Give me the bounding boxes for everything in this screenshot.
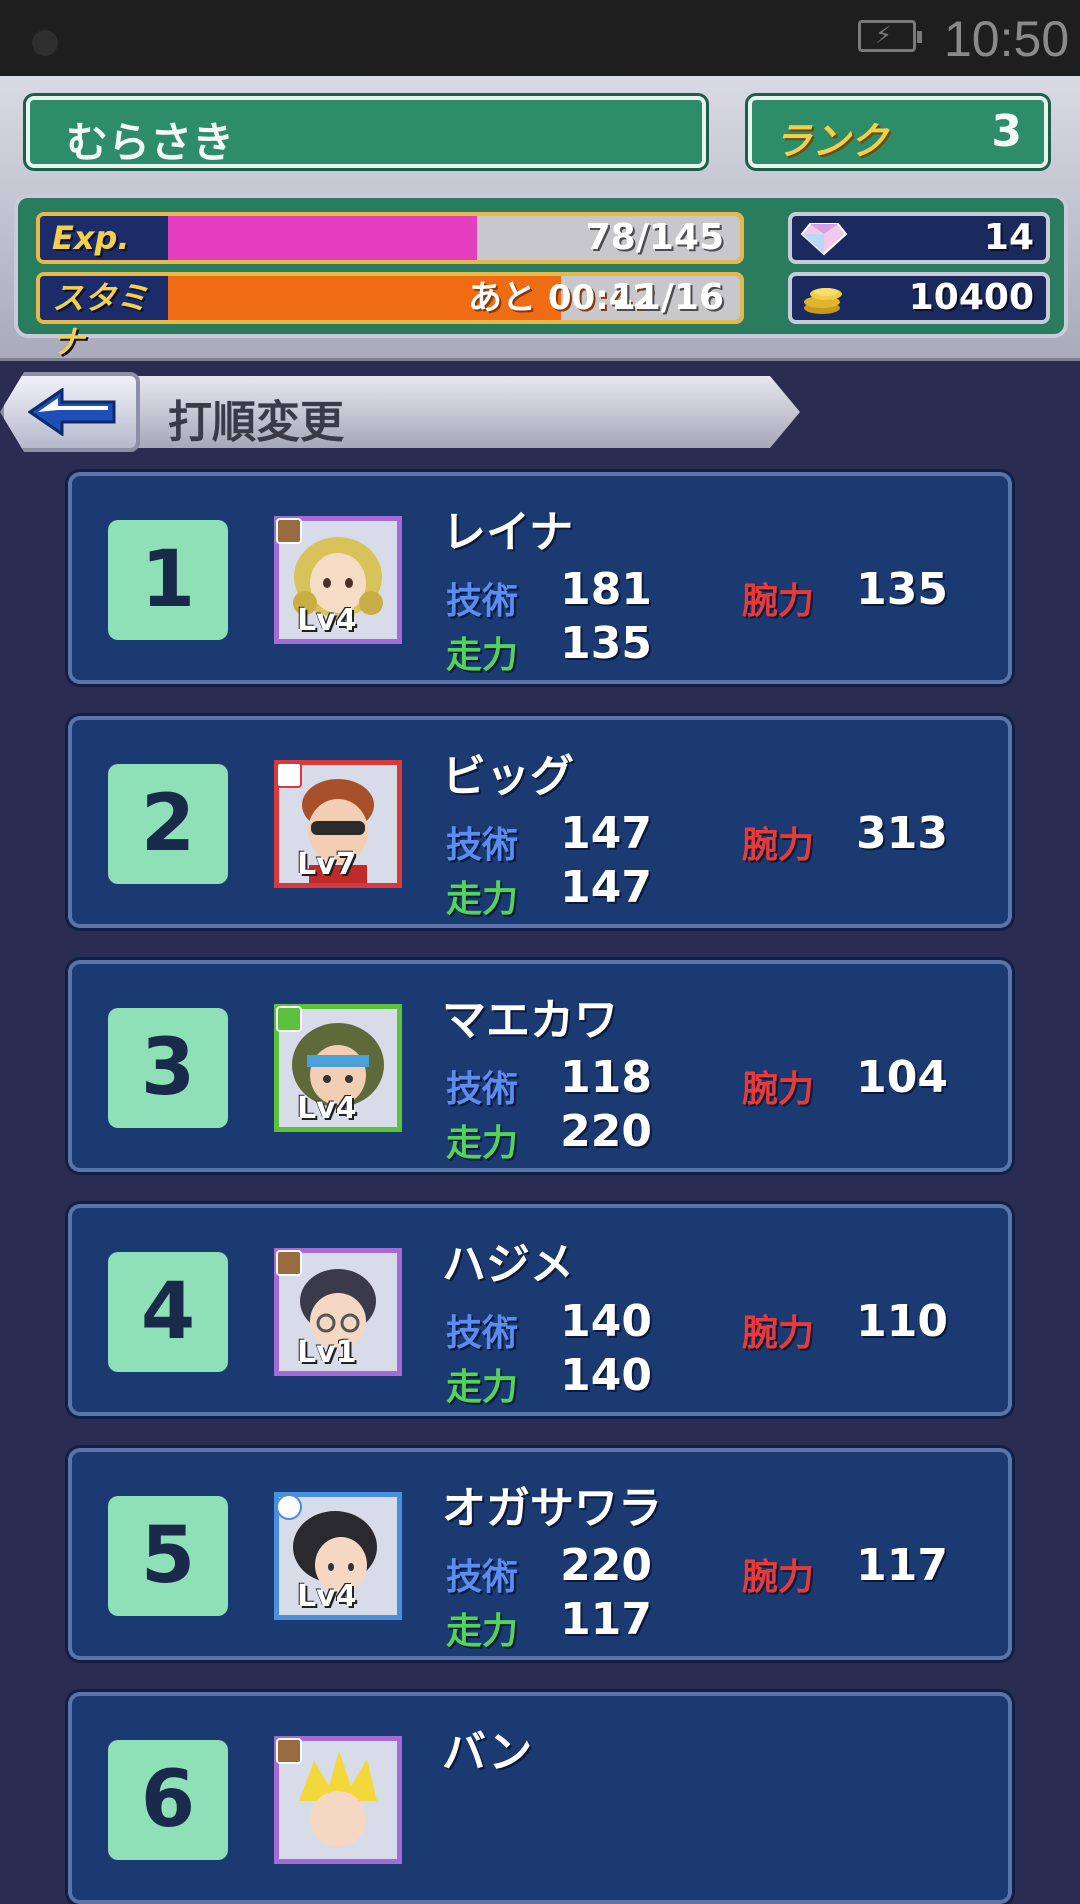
power-value: 110 (856, 1296, 948, 1347)
player-level: Lv7 (297, 847, 357, 882)
player-name: ビッグ (442, 751, 574, 802)
batting-order-number: 2 (108, 764, 228, 884)
run-label: 走力 (446, 1367, 519, 1408)
coin-count: 10400 (908, 277, 1034, 318)
power-label: 腕力 (742, 1069, 815, 1110)
tech-value: 220 (560, 1540, 652, 1591)
battery-charging-icon: ⚡ (858, 20, 922, 52)
run-value: 220 (560, 1106, 652, 1157)
player-card[interactable]: 3 Lv4 マエカワ 技術 118 腕力 104 走力 220 (68, 960, 1012, 1172)
glove-icon (276, 518, 302, 544)
power-label: 腕力 (742, 581, 815, 622)
coin-counter: 10400 (788, 272, 1050, 324)
run-label: 走力 (446, 1123, 519, 1164)
back-arrow-icon (28, 388, 116, 436)
username-plate: むらさき (26, 96, 706, 168)
gem-counter: 14 (788, 212, 1050, 264)
batting-order-number: 4 (108, 1252, 228, 1372)
player-card[interactable]: 5 Lv4 オガサワラ 技術 220 腕力 117 走力 117 (68, 1448, 1012, 1660)
run-label: 走力 (446, 1611, 519, 1652)
batting-order-number: 5 (108, 1496, 228, 1616)
run-value: 140 (560, 1350, 652, 1401)
power-label: 腕力 (742, 1313, 815, 1354)
exp-value: 78/145 (585, 217, 724, 258)
power-value: 104 (856, 1052, 948, 1103)
coin-stack-icon (804, 288, 842, 314)
power-label: 腕力 (742, 825, 815, 866)
player-card[interactable]: 4 Lv1 ハジメ 技術 140 腕力 110 走力 140 (68, 1204, 1012, 1416)
tech-value: 147 (560, 808, 652, 859)
rank-value: 3 (991, 106, 1022, 157)
power-value: 135 (856, 564, 948, 615)
username: むらさき (66, 118, 235, 167)
stamina-label: スタミナ (40, 276, 168, 361)
glove-icon (276, 1006, 302, 1032)
status-clock: 10:50 (944, 11, 1070, 67)
stamina-value: 11/16 (610, 277, 724, 318)
batting-order-number: 6 (108, 1740, 228, 1860)
power-value: 117 (856, 1540, 948, 1591)
tech-label: 技術 (446, 825, 519, 866)
status-bar: ⚡ 10:50 (0, 0, 1080, 76)
player-level: Lv4 (297, 1091, 357, 1126)
run-value: 117 (560, 1594, 652, 1645)
back-button[interactable] (0, 372, 140, 452)
exp-label: Exp. (40, 216, 168, 260)
tech-value: 181 (560, 564, 652, 615)
stamina-track: あと 00:42 11/16 (168, 276, 740, 320)
player-header: むらさき ランク 3 Exp. 78/145 スタミナ あと 00:42 11/… (0, 76, 1080, 361)
power-label: 腕力 (742, 1557, 815, 1598)
run-label: 走力 (446, 879, 519, 920)
gem-count: 14 (983, 217, 1034, 258)
player-card[interactable]: 1 Lv4 レイナ 技術 181 腕力 135 走力 135 (68, 472, 1012, 684)
batting-order-number: 3 (108, 1008, 228, 1128)
page-title: 打順変更 (168, 397, 344, 448)
player-level: Lv1 (297, 1335, 357, 1370)
run-value: 147 (560, 862, 652, 913)
player-name: オガサワラ (442, 1483, 662, 1534)
gem-icon (800, 223, 848, 256)
exp-track: 78/145 (168, 216, 740, 260)
player-level: Lv4 (297, 603, 357, 638)
player-name: マエカワ (442, 995, 618, 1046)
player-level: Lv4 (297, 1579, 357, 1614)
tech-label: 技術 (446, 581, 519, 622)
baseball-icon (276, 1494, 302, 1520)
camera-dot (32, 30, 58, 56)
tech-label: 技術 (446, 1313, 519, 1354)
tech-label: 技術 (446, 1069, 519, 1110)
stamina-bar: スタミナ あと 00:42 11/16 (36, 272, 744, 361)
player-card[interactable]: 6 バン (68, 1692, 1012, 1904)
bat-icon (276, 762, 302, 788)
glove-icon (276, 1738, 302, 1764)
batting-order-number: 1 (108, 520, 228, 640)
glove-icon (276, 1250, 302, 1276)
player-name: レイナ (442, 507, 574, 558)
rank-label: ランク (774, 119, 889, 163)
tech-label: 技術 (446, 1557, 519, 1598)
rank-plate: ランク 3 (748, 96, 1048, 168)
player-name: ハジメ (442, 1239, 574, 1290)
exp-bar: Exp. 78/145 (36, 212, 744, 264)
power-value: 313 (856, 808, 948, 859)
exp-fill (168, 216, 477, 260)
stats-panel: Exp. 78/145 スタミナ あと 00:42 11/16 14 10400 (14, 194, 1068, 361)
player-name: バン (442, 1727, 533, 1778)
run-label: 走力 (446, 635, 519, 676)
player-card[interactable]: 2 Lv7 ビッグ 技術 147 腕力 313 走力 147 (68, 716, 1012, 928)
page-title-bar: 打順変更 (0, 372, 800, 452)
tech-value: 118 (560, 1052, 652, 1103)
tech-value: 140 (560, 1296, 652, 1347)
run-value: 135 (560, 618, 652, 669)
